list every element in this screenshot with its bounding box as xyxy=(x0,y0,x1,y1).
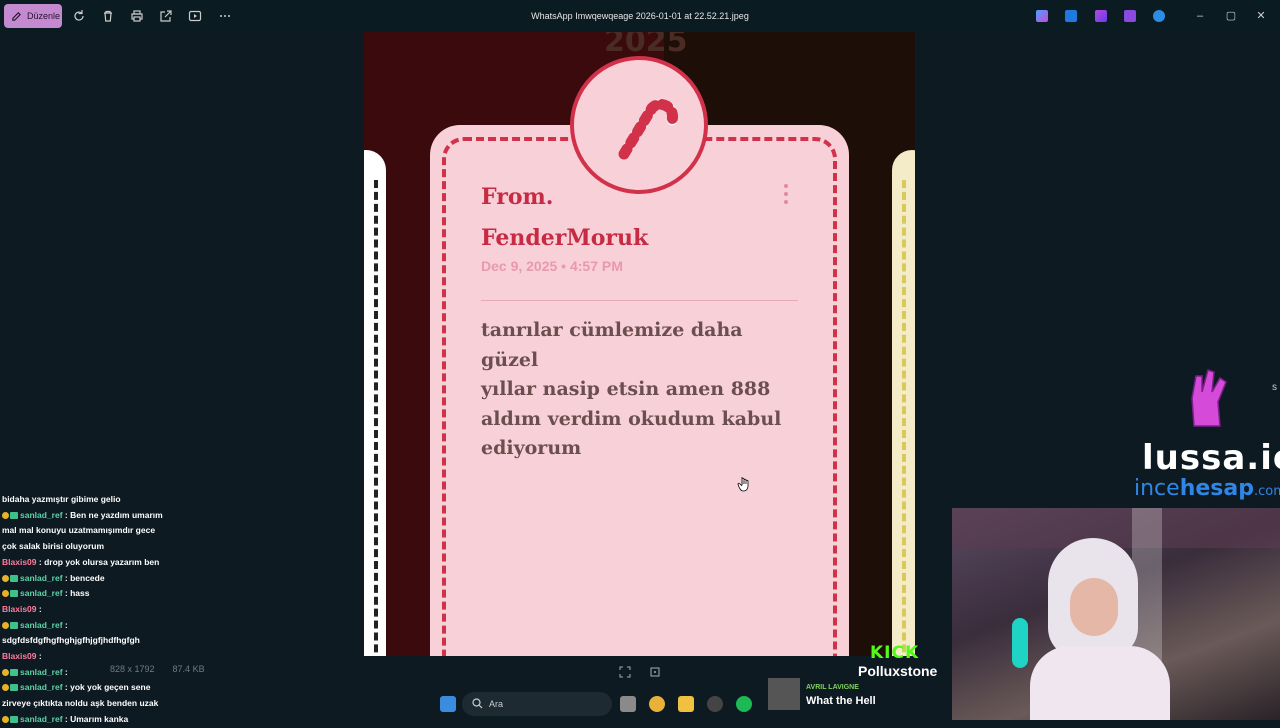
candy-cane-icon xyxy=(618,98,679,160)
chat-user: sanlad_ref xyxy=(20,713,63,724)
right-side-card xyxy=(892,150,915,656)
year-text: 2025 xyxy=(604,32,688,59)
chat-text: : yok yok geçen sene xyxy=(64,682,151,693)
album-art xyxy=(768,678,800,710)
chat-line: bidaha yazmıştır gibime gelio xyxy=(2,492,172,508)
message-line: ediyorum xyxy=(481,437,582,459)
chat-text: çok salak birisi oluyorum xyxy=(2,541,105,552)
windows-start-icon[interactable] xyxy=(440,696,456,712)
chat-user: sanlad_ref xyxy=(20,588,63,599)
streamer-name: Polluxstone xyxy=(858,663,938,679)
chat-user: sanlad_ref xyxy=(20,666,63,677)
chat-user: sanlad_ref xyxy=(20,572,63,583)
image-viewer: 2025 From. FenderMoruk Dec 9, 2025 • 4:5… xyxy=(364,32,915,656)
chat-line: Blaxis09 : xyxy=(2,602,172,618)
chat-text: : hass xyxy=(64,588,90,599)
close-button[interactable]: ✕ xyxy=(1253,8,1269,24)
designer-icon[interactable] xyxy=(1095,10,1107,22)
copilot-icon[interactable] xyxy=(1036,10,1048,22)
chat-line: Blaxis09 : drop yok olursa yazarım ben xyxy=(2,555,172,571)
sponsor-part: hesap xyxy=(1179,476,1254,501)
chat-line: sanlad_ref : hass xyxy=(2,586,172,602)
chat-text: : Umarım kanka xyxy=(64,713,129,724)
chat-user: sanlad_ref xyxy=(20,509,63,520)
sponsor-logo: incehesap.com xyxy=(1134,476,1280,501)
message-text: tanrılar cümlemize daha güzel yıllar nas… xyxy=(481,316,801,464)
chat-text: bidaha yazmıştır gibime gelio xyxy=(2,494,121,504)
foam-hand-logo xyxy=(1191,369,1227,427)
chat-text: : bencede xyxy=(64,572,105,583)
clipchamp-icon[interactable] xyxy=(1124,10,1136,22)
chrome-icon[interactable] xyxy=(649,696,665,712)
chat-text: mal mal konuyu uzatmamışımdır gece xyxy=(2,525,156,536)
now-playing-widget: AVRIL LAVIGNE What the Hell xyxy=(768,678,948,712)
onedrive-icon[interactable] xyxy=(1153,10,1165,22)
title-bar: Düzenle WhatsApp Imwqewqeage 2026-01-01 … xyxy=(0,0,1280,32)
chat-user: sanlad_ref xyxy=(20,682,63,693)
chat-user: Blaxis09 xyxy=(2,651,37,662)
chat-line: sanlad_ref : xyxy=(2,618,172,634)
window-title: WhatsApp Imwqewqeage 2026-01-01 at 22.52… xyxy=(531,11,749,21)
left-side-card xyxy=(364,150,386,656)
actual-size-icon[interactable] xyxy=(649,665,661,677)
message-line: aldım verdim okudum kabul xyxy=(481,407,782,430)
sponsor-part: .com xyxy=(1253,484,1280,499)
sponsor-part: ince xyxy=(1134,476,1180,501)
side-fragment: s xyxy=(1272,382,1277,393)
chat-text: : xyxy=(38,603,42,614)
chat-text: zirveye çıktıkta noldu aşk benden uzak xyxy=(2,698,159,709)
hand-cursor-icon xyxy=(737,477,749,492)
chat-line: mal mal konuyu uzatmamışımdır gece xyxy=(2,523,172,539)
chat-text: : xyxy=(38,651,42,662)
chat-text: : xyxy=(64,619,68,630)
chat-text: : Ben ne yazdım umarım xyxy=(64,509,163,520)
spotify-icon[interactable] xyxy=(736,696,752,712)
fit-to-window-icon[interactable] xyxy=(619,665,631,678)
kick-logo: KICK xyxy=(870,643,920,663)
search-icon xyxy=(472,698,483,709)
chat-line: sanlad_ref : yok yok geçen sene xyxy=(2,680,172,696)
chat-text: sdgfdsfdgfhgfhghjgfhjgfjhdfhgfgh xyxy=(2,635,140,646)
artist-name: AVRIL LAVIGNE xyxy=(806,684,859,691)
chat-line: sdgfdsfdgfhgfhghjgfhjgfjhdfhgfgh xyxy=(2,633,172,649)
chat-line: sanlad_ref : xyxy=(2,665,172,681)
stream-chat: bidaha yazmıştır gibime gelio sanlad_ref… xyxy=(2,492,172,728)
photos-edit-icon[interactable] xyxy=(1065,10,1077,22)
chat-line: Blaxis09 : xyxy=(2,649,172,665)
task-view-icon[interactable] xyxy=(620,696,636,712)
minimize-button[interactable]: – xyxy=(1192,8,1208,24)
microphone xyxy=(1012,618,1028,668)
message-date: Dec 9, 2025 • 4:57 PM xyxy=(481,258,623,274)
message-line: yıllar nasip etsin amen 888 xyxy=(481,378,771,400)
from-label: From. xyxy=(481,184,554,210)
chat-line: sanlad_ref : Ben ne yazdım umarım xyxy=(2,508,172,524)
file-explorer-icon[interactable] xyxy=(678,696,694,712)
chat-text: : drop yok olursa yazarım ben xyxy=(38,556,160,567)
webcam-feed xyxy=(952,508,1280,720)
chat-line: zirveye çıktıkta noldu aşk benden uzak xyxy=(2,696,172,712)
message-line: tanrılar cümlemize daha güzel xyxy=(481,319,743,371)
sender-name: FenderMoruk xyxy=(481,225,649,251)
maximize-button[interactable]: ▢ xyxy=(1223,8,1239,24)
obs-icon[interactable] xyxy=(707,696,723,712)
candy-cane-medallion xyxy=(570,56,708,194)
chat-line: sanlad_ref : bencede xyxy=(2,571,172,587)
chat-user: Blaxis09 xyxy=(2,603,37,614)
chat-text: : xyxy=(64,666,68,677)
chat-user: sanlad_ref xyxy=(20,619,63,630)
song-title: What the Hell xyxy=(806,695,876,707)
search-placeholder: Ara xyxy=(489,699,504,709)
brand-logo: lussa.io xyxy=(1142,438,1280,478)
chat-line: çok salak birisi oluyorum xyxy=(2,539,172,555)
taskbar-search[interactable]: Ara xyxy=(462,692,612,716)
chat-user: Blaxis09 xyxy=(2,556,37,567)
divider xyxy=(481,300,798,301)
file-size-text: 87.4 KB xyxy=(172,664,205,674)
card-menu-icon xyxy=(782,184,790,212)
